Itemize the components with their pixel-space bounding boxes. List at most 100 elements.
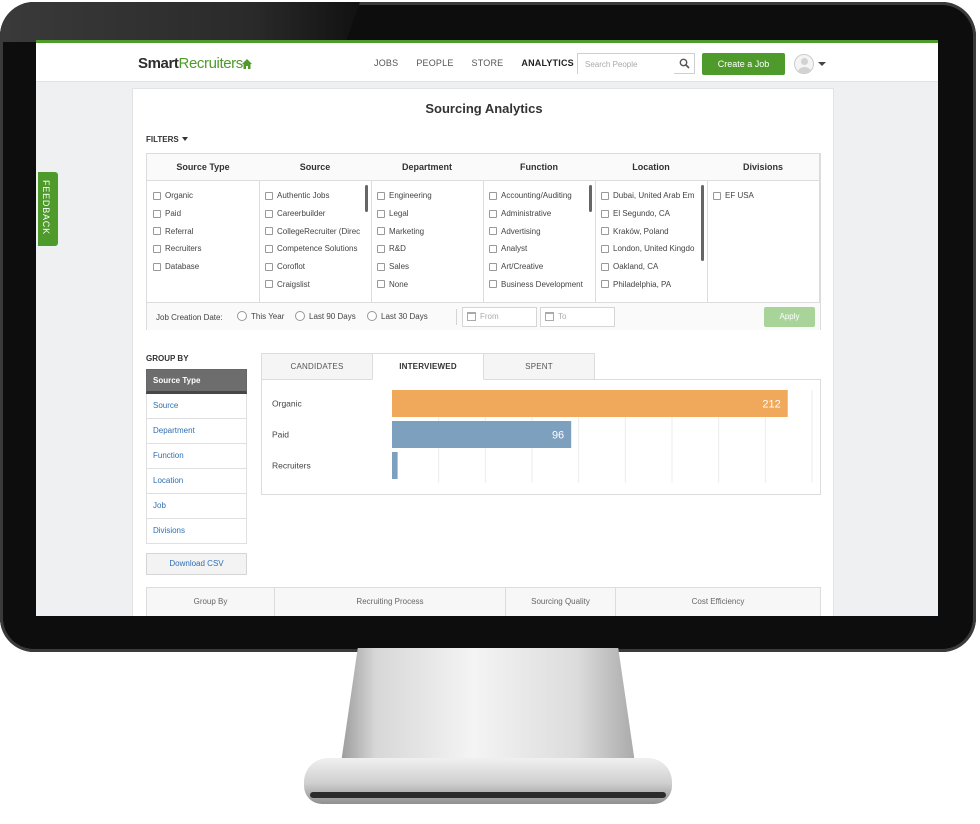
filter-option[interactable]: Organic bbox=[153, 187, 259, 205]
checkbox[interactable] bbox=[153, 209, 161, 218]
scrollbar[interactable] bbox=[589, 185, 592, 212]
nav-store[interactable]: STORE bbox=[472, 58, 504, 68]
filter-option[interactable]: Paid bbox=[153, 205, 259, 223]
nav-jobs[interactable]: JOBS bbox=[374, 58, 398, 68]
checkbox[interactable] bbox=[265, 209, 273, 218]
checkbox[interactable] bbox=[713, 191, 721, 200]
create-job-button[interactable]: Create a Job bbox=[702, 53, 785, 75]
checkbox[interactable] bbox=[153, 191, 161, 200]
checkbox[interactable] bbox=[265, 262, 273, 271]
radio-last-30-days[interactable]: Last 30 Days bbox=[367, 311, 428, 321]
checkbox[interactable] bbox=[489, 209, 497, 218]
bottom-tab-sourcing-quality[interactable]: Sourcing Quality bbox=[506, 588, 616, 616]
feedback-tab[interactable]: FEEDBACK bbox=[38, 172, 58, 246]
tab-spent[interactable]: SPENT bbox=[483, 353, 595, 380]
tab-interviewed[interactable]: INTERVIEWED bbox=[372, 353, 484, 380]
checkbox[interactable] bbox=[489, 280, 497, 289]
filter-option[interactable]: Craigslist bbox=[265, 275, 371, 293]
checkbox[interactable] bbox=[489, 227, 497, 236]
radio-button[interactable] bbox=[237, 311, 247, 321]
tab-candidates[interactable]: CANDIDATES bbox=[261, 353, 373, 380]
checkbox[interactable] bbox=[377, 280, 385, 289]
checkbox[interactable] bbox=[489, 191, 497, 200]
download-csv-button[interactable]: Download CSV bbox=[146, 553, 247, 575]
filter-option[interactable]: Database bbox=[153, 258, 259, 276]
filter-option[interactable]: Advertising bbox=[489, 222, 595, 240]
group-by-source-type[interactable]: Source Type bbox=[146, 369, 247, 394]
checkbox[interactable] bbox=[377, 191, 385, 200]
smartrecruiters-logo[interactable]: SmartRecruiters bbox=[138, 55, 243, 72]
checkbox[interactable] bbox=[601, 209, 609, 218]
filter-option[interactable]: Marketing bbox=[377, 222, 483, 240]
filter-option[interactable]: EF USA bbox=[713, 187, 819, 205]
checkbox[interactable] bbox=[601, 227, 609, 236]
group-by-job[interactable]: Job bbox=[146, 494, 247, 519]
bar[interactable] bbox=[392, 421, 572, 448]
checkbox[interactable] bbox=[489, 244, 497, 253]
radio-this-year[interactable]: This Year bbox=[237, 311, 284, 321]
checkbox[interactable] bbox=[265, 244, 273, 253]
apply-button[interactable]: Apply bbox=[764, 307, 815, 327]
filter-option[interactable]: Business Development bbox=[489, 275, 595, 293]
filter-option[interactable]: Administrative bbox=[489, 205, 595, 223]
checkbox[interactable] bbox=[377, 262, 385, 271]
bottom-tab-recruiting-process[interactable]: Recruiting Process bbox=[275, 588, 506, 616]
checkbox[interactable] bbox=[601, 280, 609, 289]
filter-option[interactable]: Engineering bbox=[377, 187, 483, 205]
scrollbar[interactable] bbox=[701, 185, 704, 261]
filter-option[interactable]: Analyst bbox=[489, 240, 595, 258]
checkbox[interactable] bbox=[265, 191, 273, 200]
filter-option[interactable]: Referral bbox=[153, 222, 259, 240]
checkbox[interactable] bbox=[153, 262, 161, 271]
filter-option[interactable]: Dubai, United Arab Em bbox=[601, 187, 707, 205]
group-by-location[interactable]: Location bbox=[146, 469, 247, 494]
group-by-divisions[interactable]: Divisions bbox=[146, 519, 247, 544]
search-input[interactable] bbox=[578, 55, 674, 74]
checkbox[interactable] bbox=[265, 280, 273, 289]
nav-people[interactable]: PEOPLE bbox=[416, 58, 453, 68]
chevron-down-icon[interactable] bbox=[818, 62, 826, 66]
filter-option[interactable]: CollegeRecruiter (Direc bbox=[265, 222, 371, 240]
filter-option[interactable]: Art/Creative bbox=[489, 258, 595, 276]
group-by-source[interactable]: Source bbox=[146, 394, 247, 419]
filter-option[interactable]: Philadelphia, PA bbox=[601, 275, 707, 293]
group-by-function[interactable]: Function bbox=[146, 444, 247, 469]
checkbox[interactable] bbox=[377, 227, 385, 236]
filter-option[interactable]: El Segundo, CA bbox=[601, 205, 707, 223]
radio-last-90-days[interactable]: Last 90 Days bbox=[295, 311, 356, 321]
checkbox[interactable] bbox=[377, 209, 385, 218]
filter-option[interactable]: Accounting/Auditing bbox=[489, 187, 595, 205]
bar[interactable] bbox=[392, 452, 398, 479]
checkbox[interactable] bbox=[601, 244, 609, 253]
filter-option[interactable]: Oakland, CA bbox=[601, 258, 707, 276]
checkbox[interactable] bbox=[153, 227, 161, 236]
filter-option[interactable]: Coroflot bbox=[265, 258, 371, 276]
bar[interactable] bbox=[392, 390, 788, 417]
home-icon[interactable] bbox=[241, 58, 253, 70]
search-icon[interactable] bbox=[679, 58, 690, 69]
scrollbar[interactable] bbox=[365, 185, 368, 212]
to-date-input[interactable]: To bbox=[540, 307, 615, 327]
user-avatar[interactable] bbox=[794, 54, 814, 74]
filter-option[interactable]: None bbox=[377, 275, 483, 293]
bottom-tab-group-by[interactable]: Group By bbox=[147, 588, 275, 616]
filter-option[interactable]: Authentic Jobs bbox=[265, 187, 371, 205]
filter-option[interactable]: R&D bbox=[377, 240, 483, 258]
group-by-department[interactable]: Department bbox=[146, 419, 247, 444]
checkbox[interactable] bbox=[489, 262, 497, 271]
filter-option[interactable]: Sales bbox=[377, 258, 483, 276]
filter-option[interactable]: Competence Solutions bbox=[265, 240, 371, 258]
filter-option[interactable]: Legal bbox=[377, 205, 483, 223]
bottom-tab-cost-efficiency[interactable]: Cost Efficiency bbox=[616, 588, 820, 616]
from-date-input[interactable]: From bbox=[462, 307, 537, 327]
filters-toggle[interactable]: FILTERS bbox=[146, 135, 188, 144]
checkbox[interactable] bbox=[601, 262, 609, 271]
filter-option[interactable]: Careerbuilder bbox=[265, 205, 371, 223]
radio-button[interactable] bbox=[367, 311, 377, 321]
filter-option[interactable]: Recruiters bbox=[153, 240, 259, 258]
filter-option[interactable]: Kraków, Poland bbox=[601, 222, 707, 240]
radio-button[interactable] bbox=[295, 311, 305, 321]
checkbox[interactable] bbox=[601, 191, 609, 200]
checkbox[interactable] bbox=[153, 244, 161, 253]
nav-analytics[interactable]: ANALYTICS bbox=[521, 58, 573, 68]
